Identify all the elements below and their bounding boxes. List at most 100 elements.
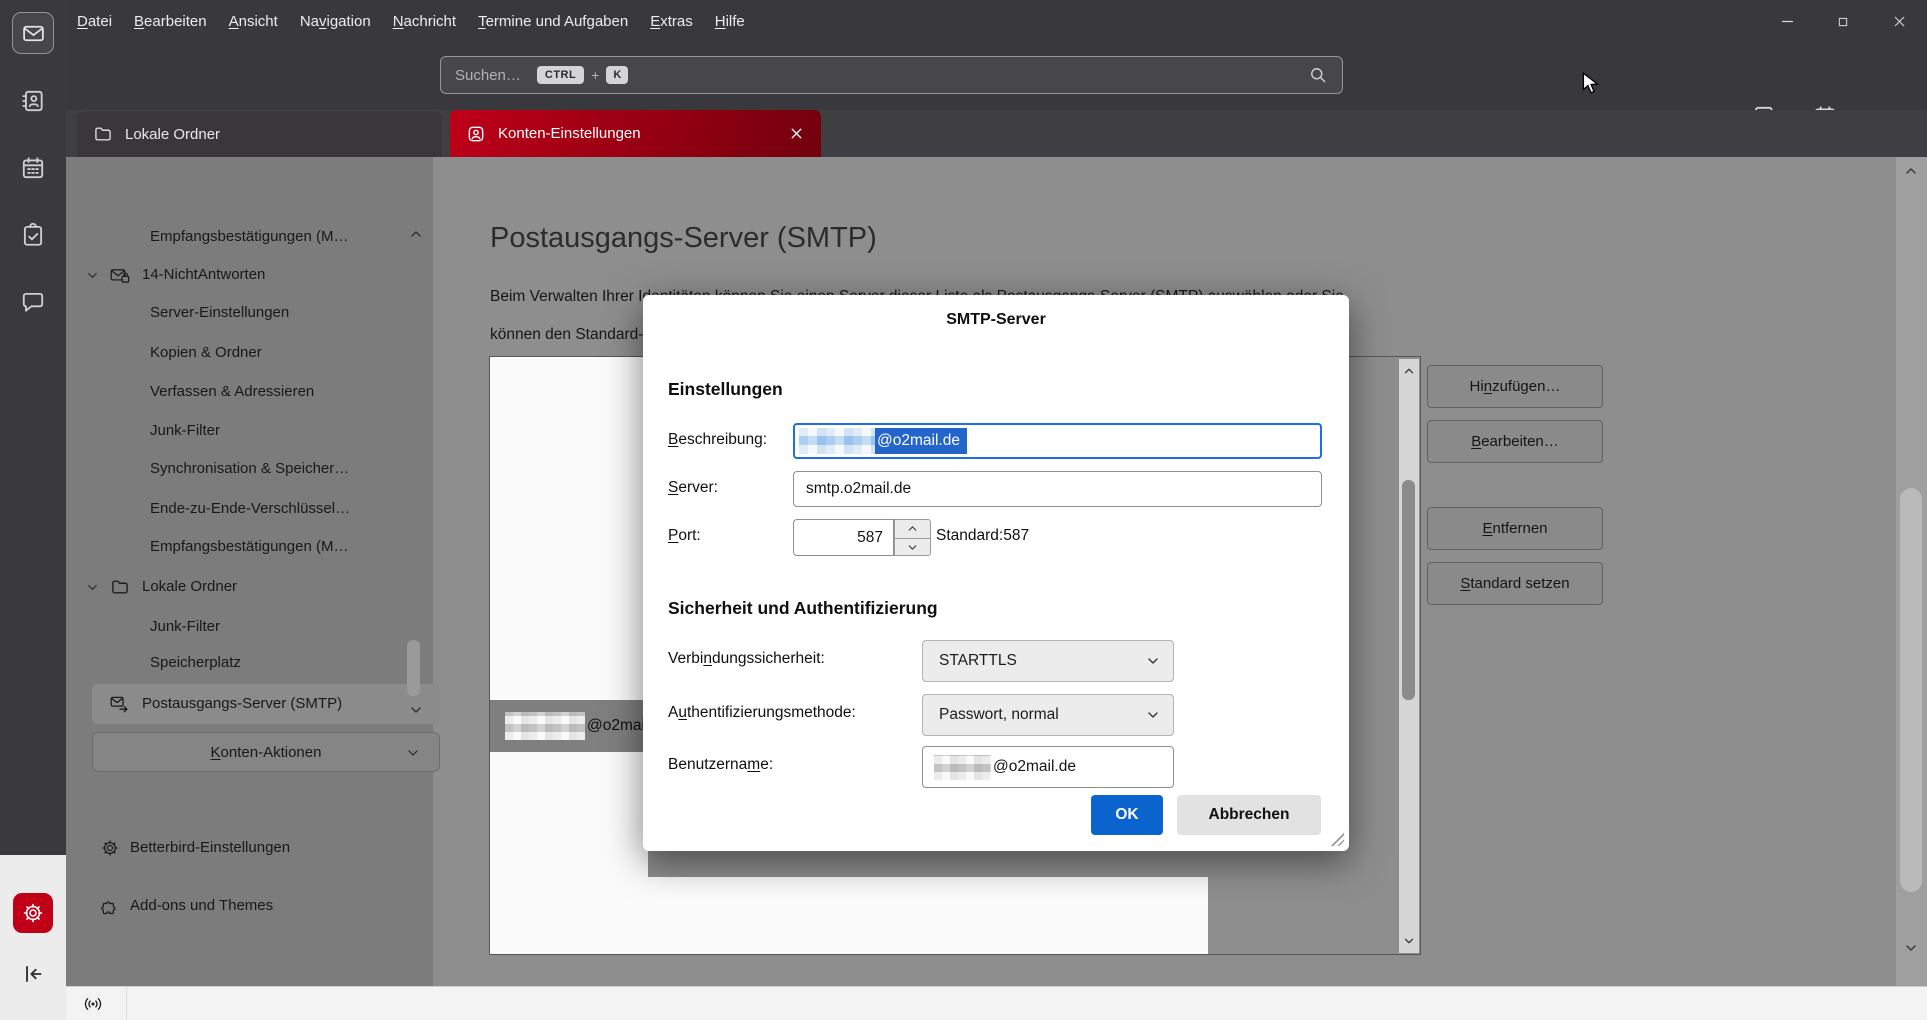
tab-lokale-ordner[interactable]: Lokale Ordner	[77, 110, 442, 157]
main-scrollbar-thumb[interactable]	[1900, 488, 1922, 892]
main-scroll-up-icon[interactable]	[1903, 163, 1919, 179]
listbox-white-area-top	[490, 357, 648, 700]
listbox-scrollbar-thumb[interactable]	[1402, 480, 1415, 700]
expander-chevron-icon[interactable]	[85, 268, 100, 283]
chevron-down-icon	[405, 745, 421, 761]
spin-up-icon	[906, 522, 919, 535]
tab-close-icon[interactable]	[788, 125, 805, 142]
page-title: Postausgangs-Server (SMTP)	[490, 222, 877, 255]
menu-datei[interactable]: Datei	[66, 0, 123, 43]
listbox-scroll-up-icon[interactable]	[1402, 364, 1416, 378]
maximize-button[interactable]	[1815, 0, 1871, 43]
folder-icon	[93, 124, 113, 144]
tree-scroll-down-icon[interactable]	[408, 702, 424, 718]
server-input[interactable]: smtp.o2mail.de	[793, 471, 1322, 507]
spin-down-icon	[906, 541, 919, 554]
settings-section-heading: Einstellungen	[668, 379, 783, 400]
minimize-button[interactable]	[1759, 0, 1815, 43]
tree-row-account[interactable]: 14-NichtAntworten	[142, 256, 265, 294]
standard-setzen-button[interactable]: Standard setzen	[1427, 562, 1603, 605]
search-input[interactable]: Suchen… CTRL + K	[440, 56, 1343, 94]
close-icon	[1891, 13, 1908, 30]
tree-row-speicherplatz[interactable]: Speicherplatz	[150, 644, 241, 682]
menubar: DateiBearbeitenAnsichtNavigationNachrich…	[66, 0, 756, 43]
tree-row-synchronisation[interactable]: Synchronisation & Speicher…	[150, 450, 349, 488]
tree-row-lokale-ordner[interactable]: Lokale Ordner	[142, 568, 237, 606]
port-value: 587	[857, 529, 883, 547]
ok-button[interactable]: OK	[1091, 795, 1163, 835]
main-scroll-down-icon[interactable]	[1903, 940, 1919, 956]
menu-hilfe[interactable]: Hilfe	[704, 0, 756, 43]
menu-nachricht[interactable]: Nachricht	[382, 0, 467, 43]
tree-row-junk-filter-2[interactable]: Junk-Filter	[150, 608, 220, 646]
maximize-icon	[1835, 14, 1851, 30]
bearbeiten-button[interactable]: Bearbeiten…	[1427, 420, 1603, 463]
port-spinner	[894, 519, 931, 556]
titlebar: DateiBearbeitenAnsichtNavigationNachrich…	[66, 0, 1927, 43]
authentifizierungsmethode-select[interactable]: Passwort, normal	[922, 694, 1174, 736]
dialog-resize-grip[interactable]	[1329, 831, 1344, 846]
port-spin-down-button[interactable]	[895, 539, 930, 557]
shortcut-plus: +	[591, 67, 599, 83]
benutzername-value: @o2mail.de	[993, 747, 1076, 787]
search-placeholder: Suchen…	[455, 67, 521, 84]
tree-scroll-up-icon[interactable]	[408, 226, 424, 242]
konten-aktionen-button[interactable]: Konten-Aktionen	[92, 732, 440, 772]
addressbook-space-icon[interactable]	[20, 88, 46, 114]
menu-extras[interactable]: Extras	[639, 0, 704, 43]
beschreibung-value: @o2mail.de	[877, 428, 960, 454]
tab-konten-einstellungen[interactable]: Konten-Einstellungen	[450, 110, 821, 157]
listbox-scroll-down-icon[interactable]	[1402, 934, 1416, 948]
entfernen-button[interactable]: Entfernen	[1427, 507, 1603, 550]
hinzufuegen-button[interactable]: Hinzufügen…	[1427, 365, 1603, 408]
chevron-down-icon	[1145, 653, 1161, 669]
tree-row-empfangsbestaetigungen-2[interactable]: Empfangsbestätigungen (M…	[150, 528, 348, 566]
port-input[interactable]: 587	[793, 519, 894, 556]
menu-navigation[interactable]: Navigation	[289, 0, 382, 43]
tree-row-junk-filter-1[interactable]: Junk-Filter	[150, 412, 220, 450]
space-mail-button[interactable]	[12, 12, 54, 54]
betterbird-einstellungen-item[interactable]: Betterbird-Einstellungen	[130, 838, 290, 858]
tasks-space-icon[interactable]	[20, 222, 46, 248]
verbindungssicherheit-select[interactable]: STARTTLS	[922, 640, 1174, 682]
shortcut-ctrl-badge: CTRL	[537, 66, 584, 84]
expander-chevron-icon[interactable]	[85, 580, 100, 595]
benutzername-label: Benutzername:	[668, 756, 773, 774]
calendar-space-icon[interactable]	[20, 155, 46, 181]
abbrechen-button[interactable]: Abbrechen	[1177, 795, 1321, 835]
tree-scrollbar-thumb[interactable]	[407, 640, 420, 696]
beschreibung-label: Beschreibung:	[668, 431, 767, 449]
port-spin-up-button[interactable]	[895, 520, 930, 539]
close-button[interactable]	[1871, 0, 1927, 43]
settings-gear-icon	[21, 901, 45, 925]
collapse-spaces-icon[interactable]	[20, 961, 46, 987]
settings-space-button[interactable]	[13, 893, 53, 933]
tree-row-kopien-ordner[interactable]: Kopien & Ordner	[150, 334, 262, 372]
tree-row-empfangsbestaetigungen-1[interactable]: Empfangsbestätigungen (M…	[150, 218, 348, 256]
verbindungssicherheit-label: Verbindungssicherheit:	[668, 650, 825, 668]
statusbar-separator	[126, 987, 127, 1020]
menu-ansicht[interactable]: Ansicht	[218, 0, 289, 43]
beschreibung-input[interactable]: @o2mail.de	[793, 423, 1322, 459]
tree-row-postausgangs-server[interactable]: Postausgangs-Server (SMTP)	[92, 684, 440, 724]
tree-row-ende-zu-ende[interactable]: Ende-zu-Ende-Verschlüssel…	[150, 490, 350, 528]
tab-label: Lokale Ordner	[125, 126, 220, 143]
tree-row-server-einstellungen[interactable]: Server-Einstellungen	[150, 294, 289, 332]
port-label: Port:	[668, 527, 701, 545]
benutzername-input[interactable]: @o2mail.de	[922, 746, 1174, 788]
selected-server-row[interactable]: @o2mail.	[490, 700, 648, 752]
port-standard-hint: Standard:587	[936, 527, 1029, 545]
authentifizierungsmethode-label: Authentifizierungsmethode:	[668, 704, 856, 722]
authentifizierungsmethode-value: Passwort, normal	[939, 706, 1059, 724]
status-bar	[66, 986, 1927, 1020]
addons-themes-item[interactable]: Add-ons und Themes	[130, 896, 273, 916]
menu-bearbeiten[interactable]: Bearbeiten	[123, 0, 218, 43]
smtp-server-dialog: SMTP-Server Einstellungen Beschreibung: …	[643, 295, 1349, 851]
chat-space-icon[interactable]	[20, 289, 46, 315]
unified-toolbar: Suchen… CTRL + K	[66, 43, 1927, 110]
app-window: DateiBearbeitenAnsichtNavigationNachrich…	[0, 0, 1927, 1020]
tree-row-verfassen[interactable]: Verfassen & Adressieren	[150, 373, 314, 411]
broadcast-status-icon[interactable]	[82, 993, 104, 1015]
menu-termine[interactable]: Termine und Aufgaben	[467, 0, 639, 43]
minimize-icon	[1779, 13, 1796, 30]
